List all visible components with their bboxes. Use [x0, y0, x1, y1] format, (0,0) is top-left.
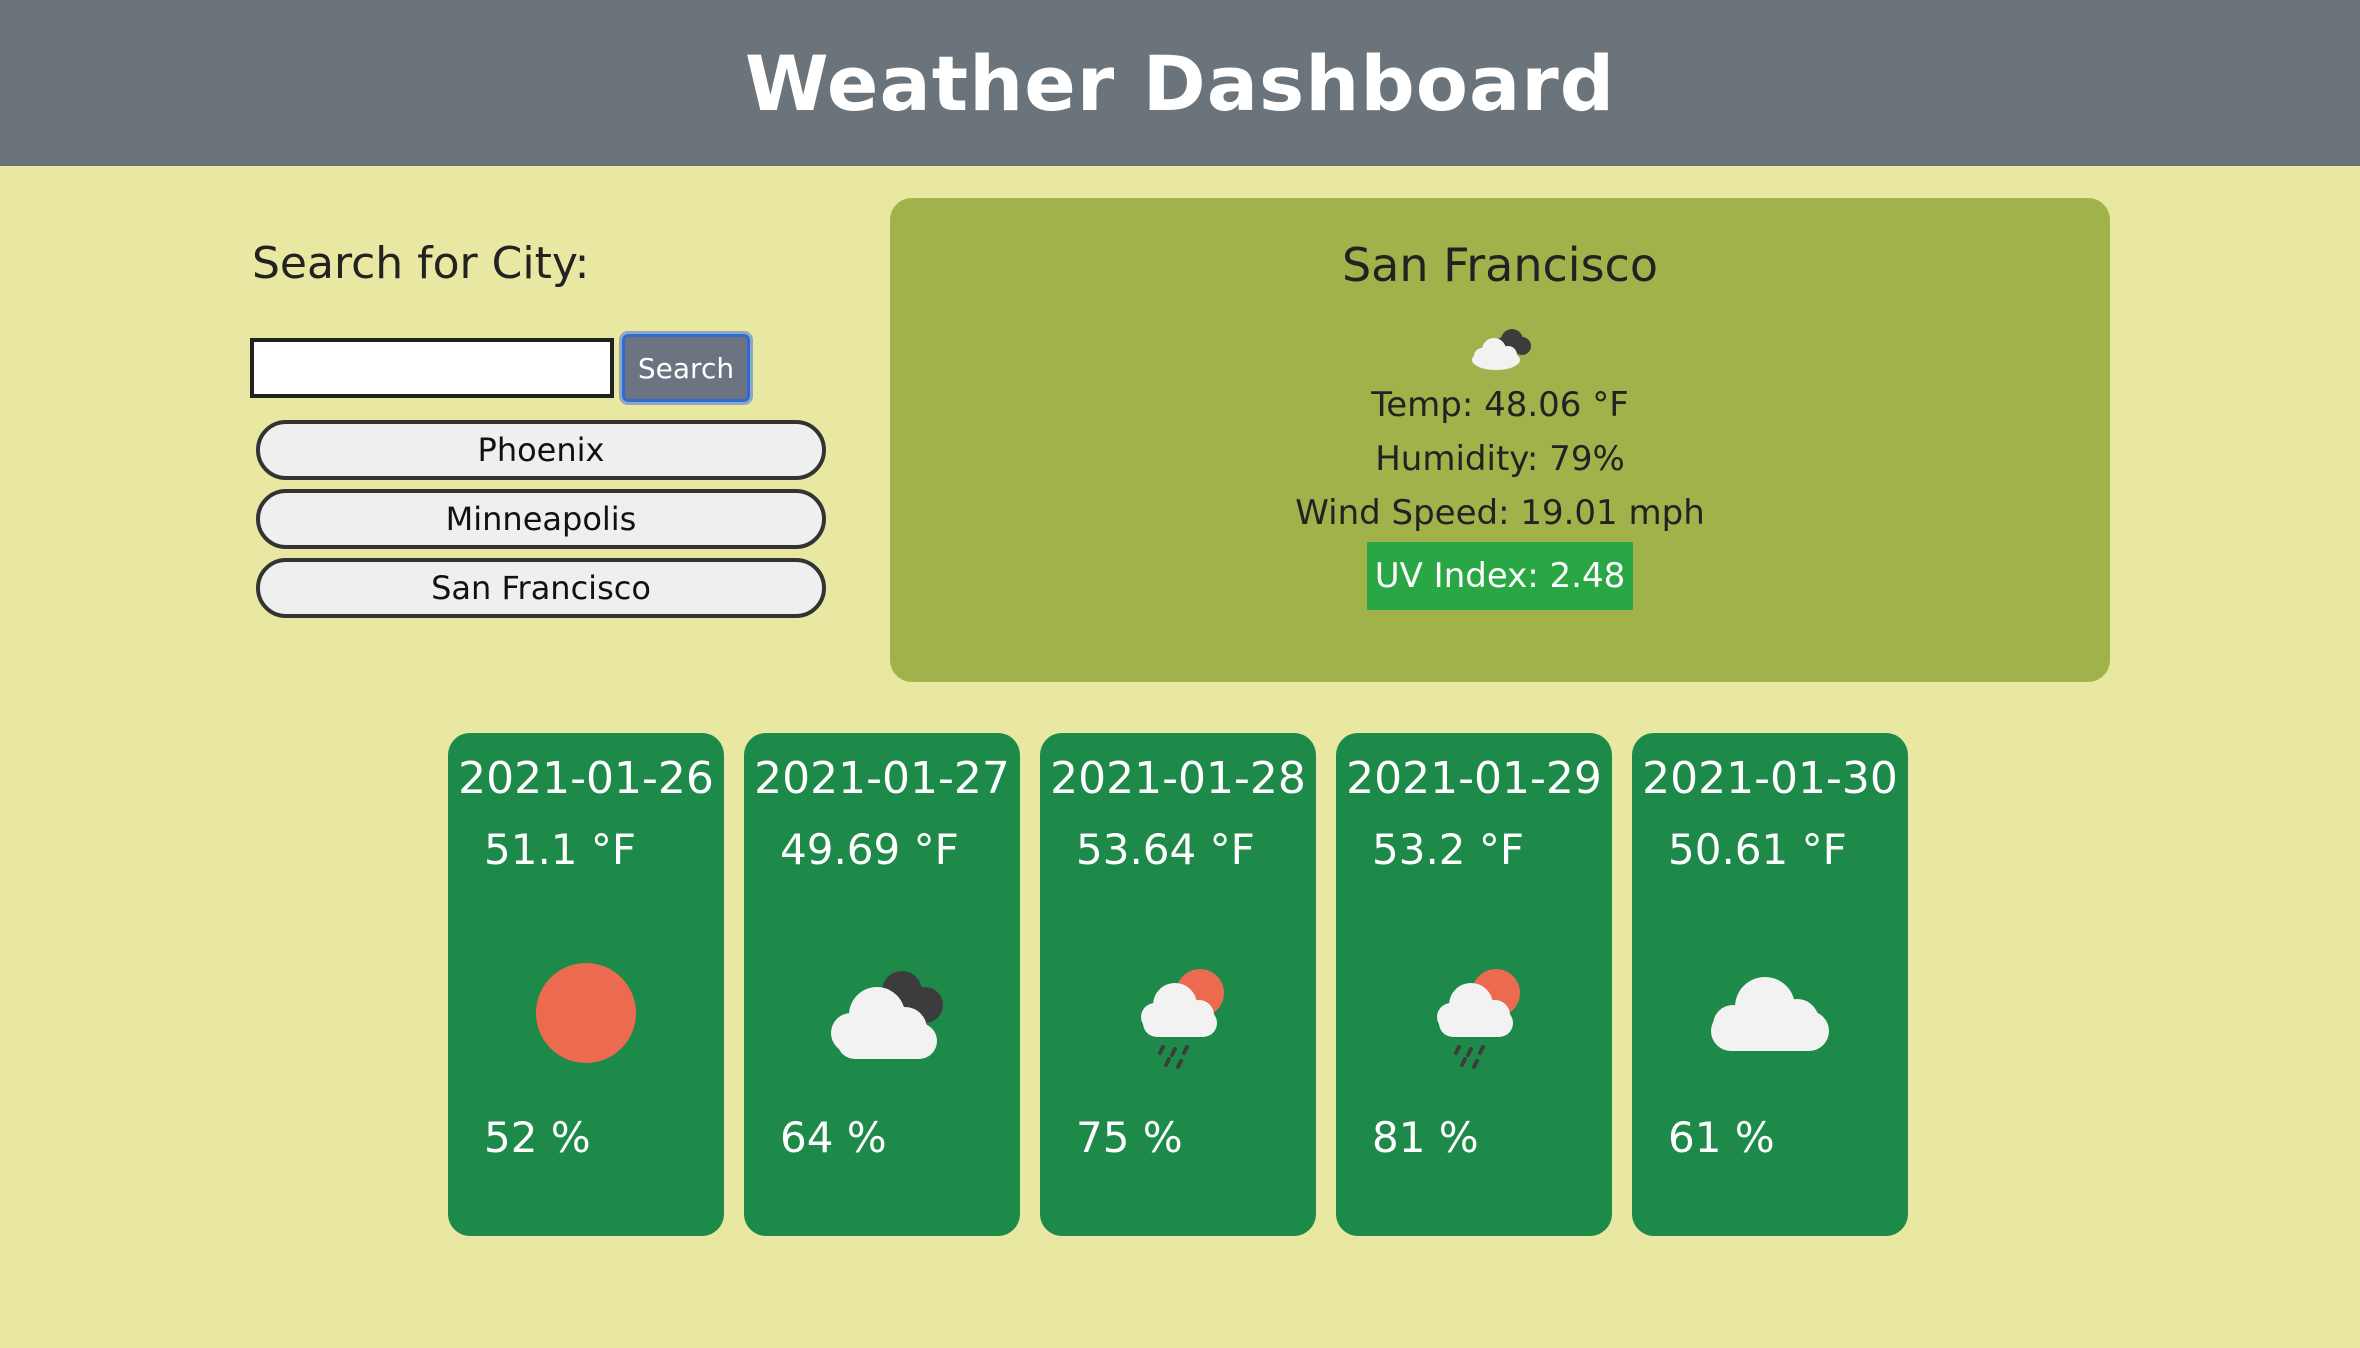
forecast-card: 2021-01-30 50.61 °F 61 % — [1632, 733, 1908, 1236]
history-button-san-francisco[interactable]: San Francisco — [256, 558, 826, 618]
page-title: Weather Dashboard — [744, 38, 1616, 128]
forecast-card: 2021-01-28 53.64 °F 75 % — [1040, 733, 1316, 1236]
forecast-temp: 49.69 °F — [780, 825, 959, 874]
current-temp: Temp: 48.06 °F — [1371, 385, 1629, 425]
current-city-name: San Francisco — [1341, 238, 1658, 292]
current-humidity: Humidity: 79% — [1375, 439, 1625, 479]
forecast-humidity: 81 % — [1372, 1113, 1479, 1162]
forecast-temp: 53.64 °F — [1076, 825, 1255, 874]
forecast-card: 2021-01-27 49.69 °F 64 % — [744, 733, 1020, 1236]
forecast-card: 2021-01-26 51.1 °F 52 % — [448, 733, 724, 1236]
sun-icon — [511, 953, 661, 1073]
forecast-temp: 50.61 °F — [1668, 825, 1847, 874]
forecast-date: 2021-01-28 — [1050, 753, 1306, 804]
search-label: Search for City: — [252, 238, 590, 289]
forecast-date: 2021-01-30 — [1642, 753, 1898, 804]
current-wind-speed: Wind Speed: 19.01 mph — [1295, 493, 1705, 533]
forecast-date: 2021-01-26 — [458, 753, 714, 804]
forecast-humidity: 52 % — [484, 1113, 591, 1162]
forecast-humidity: 64 % — [780, 1113, 887, 1162]
forecast-humidity: 75 % — [1076, 1113, 1183, 1162]
search-row: Search — [250, 330, 850, 406]
partly-cloudy-night-icon — [1460, 318, 1540, 378]
forecast-date: 2021-01-29 — [1346, 753, 1602, 804]
search-panel: Search for City: Search Phoenix Minneapo… — [250, 238, 850, 618]
broken-clouds-icon — [807, 953, 957, 1073]
forecast-date: 2021-01-27 — [754, 753, 1010, 804]
forecast-humidity: 61 % — [1668, 1113, 1775, 1162]
five-day-forecast: 2021-01-26 51.1 °F 52 % 2021-01-27 49.69… — [448, 733, 1908, 1236]
history-button-minneapolis[interactable]: Minneapolis — [256, 489, 826, 549]
history-button-phoenix[interactable]: Phoenix — [256, 420, 826, 480]
forecast-card: 2021-01-29 53.2 °F 81 % — [1336, 733, 1612, 1236]
search-button[interactable]: Search — [619, 331, 753, 405]
cloud-icon — [1695, 953, 1845, 1073]
search-history-list: Phoenix Minneapolis San Francisco — [250, 420, 850, 618]
rain-sun-icon — [1103, 953, 1253, 1073]
current-weather-panel: San Francisco Temp: 48.06 °F Humidity: 7… — [890, 198, 2110, 682]
city-search-input[interactable] — [250, 338, 614, 398]
forecast-temp: 53.2 °F — [1372, 825, 1525, 874]
page-header: Weather Dashboard — [0, 0, 2360, 166]
uv-index-badge: UV Index: 2.48 — [1366, 542, 1634, 610]
rain-sun-icon — [1399, 953, 1549, 1073]
forecast-temp: 51.1 °F — [484, 825, 637, 874]
